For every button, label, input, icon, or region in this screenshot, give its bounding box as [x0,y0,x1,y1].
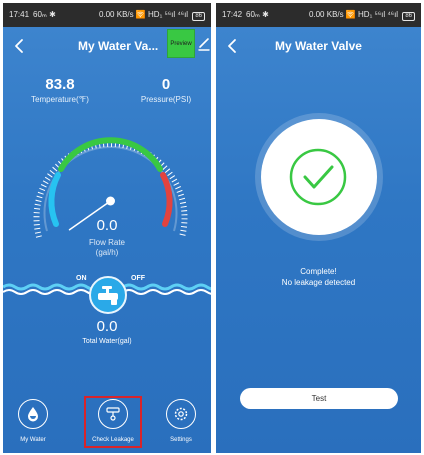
network-status: 0.00 KB/s 🛜 HD₁ ⁵⁶ıl ⁴⁶ıl [98,10,189,19]
gauge-arc-green [58,137,163,172]
water-drop-icon [28,407,38,422]
header: My Water Valve [216,27,421,65]
right-screen: 17:42 60ₘ ✱ 0.00 KB/s 🛜 HD₁ ⁵⁶ıl ⁴⁶ıl 86… [216,3,421,453]
check-leakage-highlight [84,396,142,448]
nav-settings-label: Settings [170,437,192,443]
left-screen: 17:41 60ₘ ✱ 0.00 KB/s 🛜 HD₁ ⁵⁶ıl ⁴⁶ıl 86… [3,3,211,453]
gauge-pivot [106,196,115,206]
pressure-value: 0 [161,76,171,93]
valve-icon [98,286,118,305]
status-indicators: 0.00 KB/s 🛜 HD₁ ⁵⁶ıl ⁴⁶ıl 86 [99,10,205,21]
pencil-icon[interactable] [198,37,210,51]
battery-icon: 86 [402,12,415,21]
page-title: My Water Valve [275,39,362,53]
total-water-label: Total Water(gal) [82,338,132,345]
flow-rate-value: 0.0 [96,217,118,234]
total-water-value: 0.0 [96,318,118,335]
status-bar: 17:41 60ₘ ✱ 0.00 KB/s 🛜 HD₁ ⁵⁶ıl ⁴⁶ıl 86 [3,3,211,27]
header: My Water Va... Preview [3,27,211,65]
battery-icon: 86 [192,12,205,21]
temperature-value: 83.8 [45,76,75,93]
nav-settings[interactable]: Settings [153,399,209,443]
temperature-reading: 83.8 Temperature(℉) [25,76,95,104]
status-extras: 60ₘ ✱ [246,10,269,19]
flow-rate-label-line1: Flow Rate [88,238,125,247]
status-indicators: 0.00 KB/s 🛜 HD₁ ⁵⁶ıl ⁴⁶ıl 86 [309,10,415,21]
chevron-left-icon[interactable] [9,35,31,57]
valve-off-label[interactable]: OFF [131,275,145,282]
status-bar: 17:42 60ₘ ✱ 0.00 KB/s 🛜 HD₁ ⁵⁶ıl ⁴⁶ıl 86 [216,3,421,27]
status-time: 17:42 [222,10,243,19]
temperature-label: Temperature(℉) [31,95,89,104]
flow-rate-label: Flow Rate (gal/h) [3,238,211,258]
result-title: Complete! [300,267,337,276]
valve-toggle-button[interactable] [89,276,127,314]
pressure-reading: 0 Pressure(PSI) [131,76,201,104]
valve-on-label[interactable]: ON [76,275,87,282]
preview-button[interactable]: Preview [167,29,195,58]
test-button[interactable]: Test [240,388,398,409]
flow-rate-label-line2: (gal/h) [95,248,119,257]
page-title: My Water Va... [78,39,159,53]
gear-icon [174,407,188,421]
nav-my-water[interactable]: My Water [5,399,61,443]
pressure-label: Pressure(PSI) [140,95,192,104]
nav-my-water-label: My Water [20,437,46,443]
flow-rate-gauge [33,137,188,238]
status-time: 17:41 [9,10,30,19]
check-circle-icon [289,148,347,206]
network-status: 0.00 KB/s 🛜 HD₁ ⁵⁶ıl ⁴⁶ıl [308,10,399,19]
status-extras: 60ₘ ✱ [33,10,56,19]
result-message: No leakage detected [281,278,356,287]
